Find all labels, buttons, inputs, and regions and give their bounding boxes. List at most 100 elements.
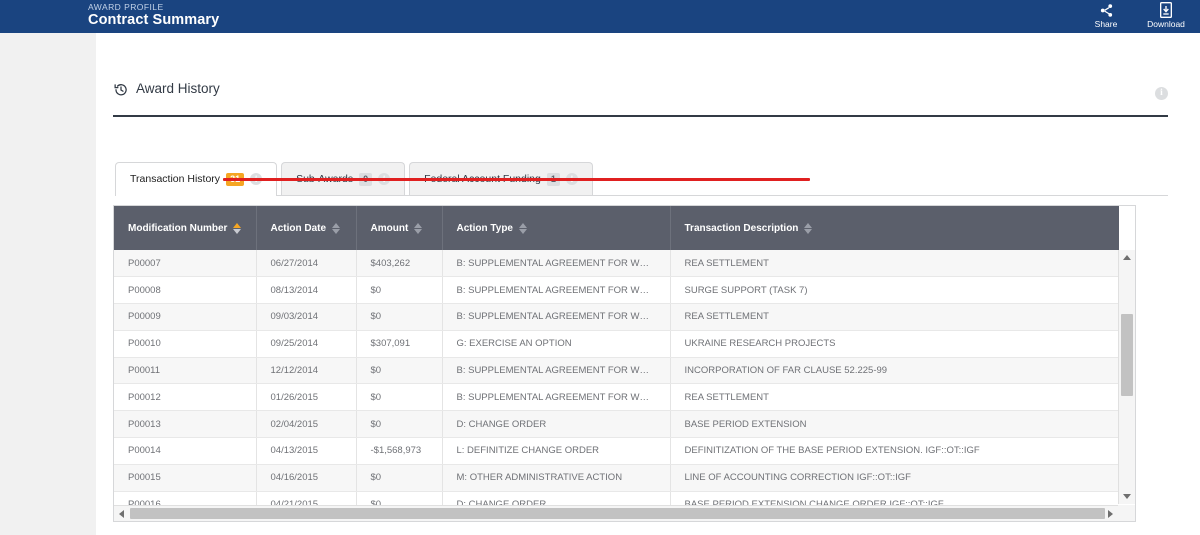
cell-transaction-description: REA SETTLEMENT (670, 250, 1119, 278)
table-header-row: Modification Number Action Date Amount A… (114, 206, 1119, 250)
sort-toggle-icon[interactable] (518, 222, 527, 234)
cell-transaction-description: REA SETTLEMENT (670, 303, 1119, 331)
cell-action-date: 04/13/2015 (256, 437, 357, 465)
cell-modification-number: P00011 (114, 357, 257, 385)
cell-modification-number: P00009 (114, 303, 257, 331)
cell-modification-number: P00007 (114, 250, 257, 278)
tab-transaction-history[interactable]: Transaction History 31 i (115, 162, 278, 196)
table-body-scroll-region[interactable]: P00007 06/27/2014 $403,262 B: SUPPLEMENTAL … (114, 250, 1119, 512)
tab-federal-account-funding[interactable]: Federal Account Funding 1 i (409, 162, 593, 195)
sort-toggle-icon[interactable] (804, 222, 813, 234)
column-label: Transaction Description (684, 222, 799, 234)
column-label: Action Date (270, 222, 327, 234)
cell-action-date: 02/04/2015 (256, 410, 357, 439)
download-button[interactable]: Download (1138, 0, 1194, 33)
cell-modification-number: P00012 (114, 383, 257, 412)
cell-transaction-description: INCORPORATION OF FAR CLAUSE 52.225-99 (670, 357, 1119, 385)
table-row[interactable]: P00010 09/25/2014 $307,091 G: EXERCISE AN O… (114, 330, 1119, 358)
chevron-down-icon (1123, 494, 1131, 499)
table-row[interactable]: P00012 01/26/2015 $0 B: SUPPLEMENTAL AGREEM… (114, 383, 1119, 412)
cell-transaction-description: LINE OF ACCOUNTING CORRECTION IGF::OT::I… (670, 464, 1119, 492)
column-header-action-type[interactable]: Action Type (442, 206, 671, 250)
table-row[interactable]: P00007 06/27/2014 $403,262 B: SUPPLEMENTAL … (114, 250, 1119, 278)
tab-count-badge: 0 (359, 172, 373, 186)
cell-action-type: M: OTHER ADMINISTRATIVE ACTION (442, 464, 671, 492)
history-icon (113, 82, 129, 98)
scrollbar-corner (1118, 505, 1135, 521)
cell-action-type: G: EXERCISE AN OPTION (442, 330, 671, 358)
info-icon[interactable]: i (565, 173, 578, 185)
header-eyebrow: AWARD PROFILE (88, 2, 164, 12)
download-icon (1159, 2, 1173, 18)
app-header: AWARD PROFILE Contract Summary Share Dow… (0, 0, 1200, 33)
column-header-amount[interactable]: Amount (356, 206, 443, 250)
scroll-right-button[interactable] (1103, 506, 1118, 521)
cell-transaction-description: REA SETTLEMENT (670, 383, 1119, 412)
table-row[interactable]: P00011 12/12/2014 $0 B: SUPPLEMENTAL AGREEM… (114, 357, 1119, 385)
cell-amount: $307,091 (356, 330, 443, 358)
cell-action-date: 01/26/2015 (256, 383, 357, 412)
share-label: Share (1094, 19, 1118, 29)
transaction-history-table-container: Modification Number Action Date Amount A… (113, 205, 1136, 522)
cell-amount: $0 (356, 303, 443, 331)
cell-amount: $0 (356, 464, 443, 492)
page-body: Award History i Transaction History 31 i… (0, 33, 1200, 535)
table-vertical-scrollbar[interactable] (1118, 250, 1135, 504)
transaction-history-header-table: Modification Number Action Date Amount A… (114, 206, 1119, 250)
header-actions: Share Download (1078, 0, 1194, 33)
cell-action-date: 08/13/2014 (256, 276, 357, 305)
chevron-left-icon (119, 509, 124, 518)
cell-transaction-description: UKRAINE RESEARCH PROJECTS (670, 330, 1119, 358)
table-horizontal-scrollbar[interactable] (114, 505, 1135, 521)
tab-count-badge: 1 (546, 172, 560, 186)
cell-action-type: B: SUPPLEMENTAL AGREEMENT FOR WORK WITHI… (442, 383, 671, 412)
cell-action-type: D: CHANGE ORDER (442, 410, 671, 439)
award-history-info-icon[interactable]: i (1155, 82, 1168, 101)
tab-sub-awards[interactable]: Sub-Awards 0 i (281, 162, 406, 195)
tab-label: Transaction History (130, 173, 221, 185)
cell-transaction-description: BASE PERIOD EXTENSION (670, 410, 1119, 439)
tab-label: Federal Account Funding (424, 173, 541, 185)
cell-amount: $0 (356, 357, 443, 385)
cell-amount: $0 (356, 276, 443, 305)
info-icon: i (1155, 87, 1168, 101)
sort-toggle-asc-icon[interactable] (233, 222, 242, 234)
award-history-tabs: Transaction History 31 i Sub-Awards 0 i … (115, 162, 1168, 196)
column-header-action-date[interactable]: Action Date (256, 206, 357, 250)
sort-toggle-icon[interactable] (332, 222, 341, 234)
info-icon[interactable]: i (250, 173, 263, 185)
cell-action-date: 12/12/2014 (256, 357, 357, 385)
cell-action-date: 09/03/2014 (256, 303, 357, 331)
cell-amount: $403,262 (356, 250, 443, 278)
table-row[interactable]: P00008 08/13/2014 $0 B: SUPPLEMENTAL AGREEM… (114, 276, 1119, 305)
cell-amount: $0 (356, 383, 443, 412)
cell-modification-number: P00015 (114, 464, 257, 492)
cell-action-type: L: DEFINITIZE CHANGE ORDER (442, 437, 671, 465)
table-body: P00007 06/27/2014 $403,262 B: SUPPLEMENTAL … (114, 250, 1119, 512)
column-header-transaction-description[interactable]: Transaction Description (670, 206, 1119, 250)
scroll-down-button[interactable] (1119, 489, 1135, 504)
table-row[interactable]: P00014 04/13/2015 -$1,568,973 L: DEFINITIZE… (114, 437, 1119, 465)
section-title: Award History (136, 81, 220, 96)
table-row[interactable]: P00015 04/16/2015 $0 M: OTHER ADMINISTRATIV… (114, 464, 1119, 492)
vertical-scroll-thumb[interactable] (1121, 314, 1133, 396)
tab-count-badge: 31 (226, 172, 245, 186)
sort-toggle-icon[interactable] (414, 222, 423, 234)
scroll-left-button[interactable] (114, 506, 129, 521)
cell-modification-number: P00008 (114, 276, 257, 305)
column-label: Modification Number (128, 222, 228, 234)
table-row[interactable]: P00009 09/03/2014 $0 B: SUPPLEMENTAL AGREEM… (114, 303, 1119, 331)
cell-action-type: B: SUPPLEMENTAL AGREEMENT FOR WORK WITHI… (442, 357, 671, 385)
table-row[interactable]: P00013 02/04/2015 $0 D: CHANGE ORDER BASE PE… (114, 410, 1119, 439)
download-label: Download (1147, 19, 1185, 29)
scroll-up-button[interactable] (1119, 250, 1135, 265)
cell-transaction-description: DEFINITIZATION OF THE BASE PERIOD EXTENS… (670, 437, 1119, 465)
page-title: Contract Summary (88, 12, 220, 28)
share-button[interactable]: Share (1078, 0, 1134, 33)
horizontal-scroll-thumb[interactable] (130, 508, 1105, 519)
cell-modification-number: P00010 (114, 330, 257, 358)
cell-action-type: B: SUPPLEMENTAL AGREEMENT FOR WORK WITHI… (442, 276, 671, 305)
share-icon (1099, 2, 1114, 18)
info-icon[interactable]: i (378, 173, 391, 185)
column-header-modification-number[interactable]: Modification Number (114, 206, 257, 250)
